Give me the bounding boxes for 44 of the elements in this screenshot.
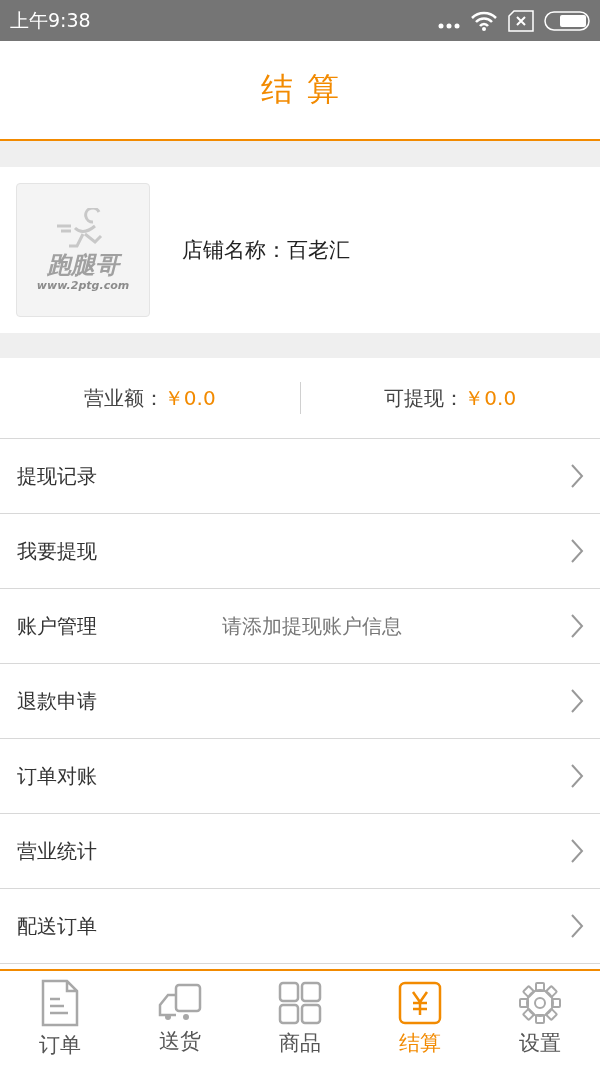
menu-label: 提现记录: [17, 462, 98, 490]
nav-tab[interactable]: 设置: [480, 971, 600, 1067]
battery-icon: [544, 10, 590, 31]
chevron-icon: [570, 763, 584, 789]
logo-site: www.2ptg.com: [36, 278, 130, 292]
menu-hint: 请添加提现账户信息: [222, 612, 403, 640]
chevron-icon: [570, 613, 584, 639]
menu-label: 退款申请: [17, 687, 98, 715]
page-title: 结算: [260, 69, 353, 110]
wifi-icon: [470, 9, 498, 32]
menu-label: 营业统计: [17, 837, 98, 865]
nav-tab[interactable]: 送货: [120, 971, 240, 1067]
menu-label: 订单对账: [17, 762, 98, 790]
menu-label: 配送订单: [17, 912, 98, 940]
chevron-icon: [570, 538, 584, 564]
summary-value: ￥0.0: [163, 384, 216, 412]
menu-row[interactable]: 提现记录: [0, 439, 600, 514]
yen-icon: [398, 981, 442, 1025]
nav-tab[interactable]: 订单: [0, 971, 120, 1067]
menu-row[interactable]: 营业统计: [0, 814, 600, 889]
sim-icon: [508, 9, 534, 32]
menu-row[interactable]: 账户管理 请添加提现账户信息: [0, 589, 600, 664]
menu-row[interactable]: 我要提现: [0, 514, 600, 589]
menu-row[interactable]: 配送订单: [0, 889, 600, 964]
chevron-icon: [570, 913, 584, 939]
chevron-icon: [570, 688, 584, 714]
truck-icon: [158, 983, 202, 1023]
status-time: 上午9:38: [10, 7, 92, 33]
store-name: 百老汇: [287, 237, 350, 264]
summary-value: ￥0.0: [464, 384, 517, 412]
summary-label: 营业额：: [83, 384, 164, 412]
menu-row[interactable]: 订单对账: [0, 739, 600, 814]
document-icon: [40, 979, 80, 1027]
settings-icon: [518, 981, 562, 1025]
menu-row[interactable]: 退款申请: [0, 664, 600, 739]
summary-label: 可提现：: [384, 384, 465, 412]
more-icon: [438, 22, 460, 29]
nav-tab[interactable]: 商品: [240, 971, 360, 1067]
chevron-icon: [570, 463, 584, 489]
chevron-icon: [570, 838, 584, 864]
menu-label: 账户管理: [17, 612, 98, 640]
grid-icon: [278, 981, 322, 1025]
store-name-label: 店铺名称：: [182, 237, 287, 264]
menu-label: 我要提现: [17, 537, 98, 565]
